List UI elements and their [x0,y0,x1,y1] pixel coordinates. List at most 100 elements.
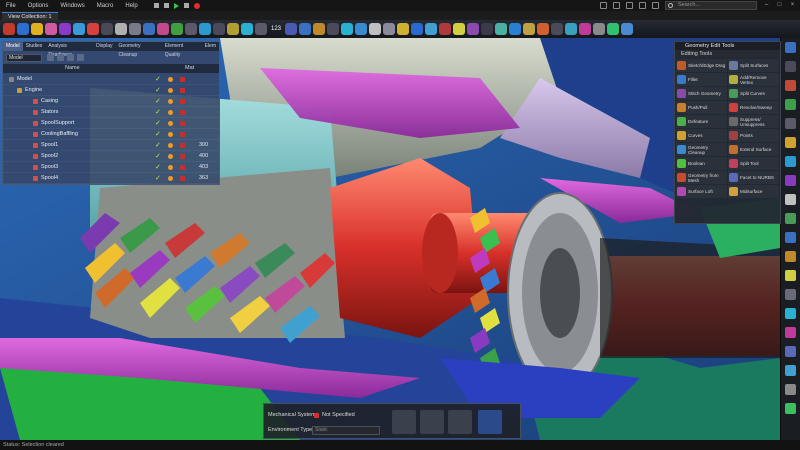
undo-icon[interactable] [153,3,159,8]
settings-icon[interactable] [600,2,607,9]
settings-icon[interactable] [785,403,796,414]
tree-row[interactable]: Spool2 ✓ 400 [3,151,219,162]
tool-defeature[interactable]: Defeature [676,115,727,128]
view-iso-icon[interactable] [785,80,796,91]
menu-macro[interactable]: Macro [91,3,120,9]
maximize-icon[interactable]: □ [776,2,783,9]
tree-row[interactable]: Model ✓ [3,74,219,85]
mask-icon[interactable] [255,23,267,35]
grid-icon[interactable] [327,23,340,35]
visible-check-icon[interactable]: ✓ [155,130,161,138]
display-icon[interactable] [168,99,173,104]
menu-file[interactable]: File [0,3,22,9]
display-icon[interactable] [168,154,173,159]
redo-icon[interactable] [163,3,169,8]
menu-windows[interactable]: Windows [54,3,90,9]
view-select[interactable]: Model [6,54,42,62]
pause-icon[interactable] [183,3,189,8]
help-icon[interactable] [785,384,796,395]
camera-icon[interactable] [613,2,620,9]
tool-split-surface[interactable]: Split Surfaces [728,59,779,72]
tree-row[interactable]: Engine ✓ [3,85,219,96]
collapse-icon[interactable] [67,54,74,61]
axis-icon[interactable] [785,327,796,338]
optimize-icon[interactable] [523,23,536,35]
solve-icon[interactable] [478,410,502,434]
display-icon[interactable] [168,165,173,170]
units-icon[interactable] [285,23,298,35]
tree-row[interactable]: Spool4 ✓ 363 [3,173,219,184]
pan-icon[interactable] [785,137,796,148]
surface-icon[interactable] [369,23,382,35]
visible-check-icon[interactable]: ✓ [155,163,161,171]
lock-icon[interactable] [180,121,185,126]
display-icon[interactable] [168,88,173,93]
wireframe-icon[interactable] [129,23,141,35]
import-icon[interactable] [31,23,43,35]
lock-icon[interactable] [180,110,185,115]
lock-icon[interactable] [180,88,185,93]
menu-options[interactable]: Options [22,3,55,9]
tool-revolve[interactable]: Revolve/Sweep [728,101,779,114]
view-top-icon[interactable] [785,61,796,72]
visible-check-icon[interactable]: ✓ [155,174,161,182]
filter-icon[interactable] [199,23,211,35]
box-select-icon[interactable] [213,23,225,35]
tool-suppress[interactable]: Suppress/ Unsuppress [728,115,779,128]
load-case-icon[interactable] [392,410,416,434]
tool-stitch[interactable]: Stitch Geometry [676,87,727,100]
tool-fillet[interactable]: Fillet [676,73,727,86]
shaded-icon[interactable] [143,23,155,35]
select-icon[interactable] [185,23,197,35]
report-icon[interactable] [509,23,522,35]
visible-check-icon[interactable]: ✓ [155,152,161,160]
tree-row[interactable]: Spool3 ✓ 403 [3,162,219,173]
clip-icon[interactable] [785,213,796,224]
tab-studies[interactable]: Studies [23,42,46,51]
tab-geometry-cleanup[interactable]: Geometry Cleanup [116,42,162,58]
tool-mesh-geometry[interactable]: Geometry from Mesh [676,171,727,184]
tree-row[interactable]: Spool1 ✓ 300 [3,140,219,151]
fit-icon[interactable] [101,23,113,35]
visible-check-icon[interactable]: ✓ [155,75,161,83]
tab-analysis-readiness[interactable]: Analysis Readiness [45,42,93,58]
view-front-icon[interactable] [785,42,796,53]
display-icon[interactable] [168,110,173,115]
property-icon[interactable] [425,23,438,35]
save-icon[interactable] [17,23,29,35]
tab-display[interactable]: Display [93,42,115,51]
measure-icon[interactable] [299,23,312,35]
visible-check-icon[interactable]: ✓ [155,86,161,94]
zoom-in-icon[interactable] [785,156,796,167]
lock-icon[interactable] [180,176,185,181]
material-icon[interactable] [411,23,424,35]
visible-check-icon[interactable]: ✓ [155,141,161,149]
light-icon[interactable] [397,23,410,35]
snapshot-icon[interactable] [593,23,606,35]
results-icon[interactable] [495,23,508,35]
display-icon[interactable] [168,176,173,181]
extra-icon[interactable] [621,23,634,35]
transform-icon[interactable] [341,23,354,35]
validate-icon[interactable] [607,23,620,35]
display-icon[interactable] [171,23,183,35]
tools-icon[interactable] [537,23,550,35]
tab-view-collection[interactable]: View Collection: 1 [2,12,58,20]
tool-curves[interactable]: Curves [676,129,727,142]
pan-icon[interactable] [73,23,85,35]
tool-extend-surface[interactable]: Extend Surface [728,143,779,156]
tool-split-curve[interactable]: Split Curves [728,87,779,100]
lock-icon[interactable] [180,99,185,104]
tool-nurbs[interactable]: Facet to NURBS [728,171,779,184]
column-name[interactable]: Name [65,65,80,71]
expand-icon[interactable] [57,54,64,61]
edge-icon[interactable] [383,23,396,35]
plot-icon[interactable] [565,23,578,35]
tool-points[interactable]: Points [728,129,779,142]
section-editing-tools[interactable]: Editing Tools [675,50,780,58]
tool-midsurface[interactable]: Midsurface [728,185,779,198]
zoom-fit-icon[interactable] [785,99,796,110]
layout-icon[interactable] [626,2,633,9]
tab-element-quality[interactable]: Element Quality [162,42,202,58]
grid-icon[interactable] [785,346,796,357]
